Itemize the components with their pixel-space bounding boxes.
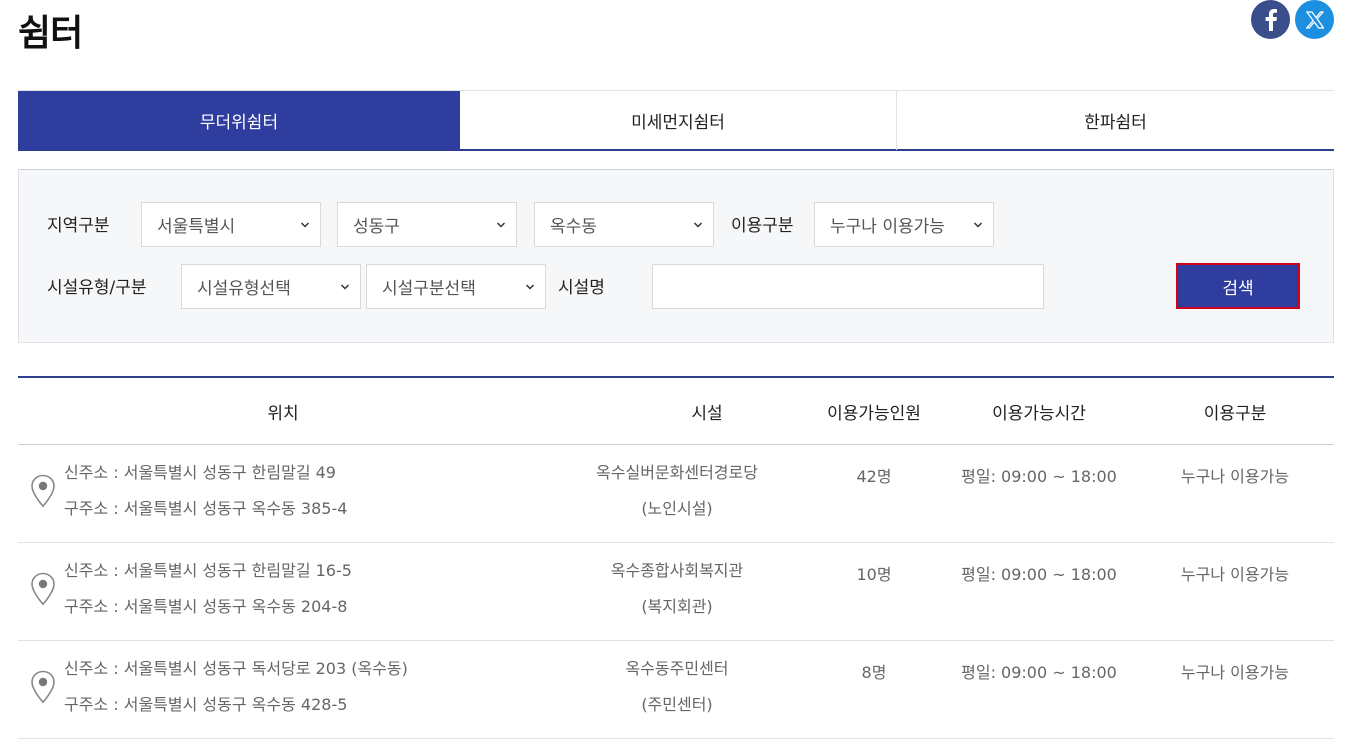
usage-cell: 누구나 이용가능 (1180, 663, 1290, 682)
location-cell: 신주소 : 서울특별시 성동구 독서당로 203 (옥수동) 구주소 : 서울특… (18, 641, 548, 723)
tab-fine-dust-shelter[interactable]: 미세먼지쉼터 (460, 91, 897, 150)
location-pin-icon (18, 474, 64, 508)
hours-cell: 평일: 09:00 ~ 18:00 (961, 467, 1117, 486)
hours-cell: 평일: 09:00 ~ 18:00 (961, 565, 1117, 584)
table-header: 위치 시설 이용가능인원 이용가능시간 이용구분 (18, 378, 1334, 445)
chevron-down-icon (973, 222, 983, 228)
old-address: 구주소 : 서울특별시 성동구 옥수동 428-5 (64, 695, 348, 714)
capacity-cell: 10명 (856, 565, 892, 584)
facility-cell: 옥수종합사회복지관 (복지회관) (548, 543, 806, 625)
facility-type-select[interactable]: 시설유형선택 (181, 264, 361, 309)
facility-type-label: 시설유형/구분 (47, 278, 147, 298)
table-row[interactable]: 신주소 : 서울특별시 성동구 독서당로 203 (옥수동) 구주소 : 서울특… (18, 641, 1334, 739)
chevron-down-icon (693, 222, 703, 228)
facility-class-select-value: 시설구분선택 (382, 279, 476, 299)
header-location: 위치 (267, 403, 299, 424)
usage-cell: 누구나 이용가능 (1180, 565, 1290, 584)
chevron-down-icon (300, 222, 310, 228)
facility-type: (노인시설) (641, 499, 713, 518)
tab-cold-shelter[interactable]: 한파쉼터 (897, 91, 1334, 150)
location-cell: 신주소 : 서울특별시 성동구 한림말길 49 구주소 : 서울특별시 성동구 … (18, 445, 548, 527)
region-label: 지역구분 (47, 216, 110, 236)
new-address: 신주소 : 서울특별시 성동구 한림말길 16-5 (64, 561, 352, 580)
facility-cell: 옥수동주민센터 (주민센터) (548, 641, 806, 723)
usage-label: 이용구분 (731, 216, 794, 236)
dong-select[interactable]: 옥수동 (534, 202, 714, 247)
location-pin-icon (18, 572, 64, 606)
facebook-icon (1265, 8, 1277, 31)
location-cell: 신주소 : 서울특별시 성동구 한림말길 16-5 구주소 : 서울특별시 성동… (18, 543, 548, 625)
facility-name: 옥수실버문화센터경로당 (596, 463, 758, 482)
capacity-cell: 8명 (861, 663, 887, 682)
facility-type: (복지회관) (641, 597, 713, 616)
header-capacity: 이용가능인원 (827, 403, 921, 424)
facility-name: 옥수종합사회복지관 (610, 561, 744, 580)
facebook-share-button[interactable] (1251, 0, 1290, 39)
capacity-cell: 42명 (856, 467, 892, 486)
page-title: 쉼터 (18, 13, 83, 54)
usage-select[interactable]: 누구나 이용가능 (814, 202, 994, 247)
location-pin-icon (18, 670, 64, 704)
table-row[interactable]: 신주소 : 서울특별시 성동구 한림말길 16-5 구주소 : 서울특별시 성동… (18, 543, 1334, 641)
x-twitter-icon (1305, 10, 1324, 29)
city-select-value: 서울특별시 (157, 217, 236, 237)
chevron-down-icon (340, 284, 350, 290)
facility-type-select-value: 시설유형선택 (197, 279, 291, 299)
district-select-value: 성동구 (353, 217, 400, 237)
new-address: 신주소 : 서울특별시 성동구 독서당로 203 (옥수동) (64, 659, 408, 678)
facility-type: (주민센터) (641, 695, 713, 714)
search-button[interactable]: 검색 (1176, 263, 1300, 309)
dong-select-value: 옥수동 (550, 217, 597, 237)
facility-name: 옥수동주민센터 (625, 659, 729, 678)
facility-name-input[interactable] (652, 264, 1044, 309)
header-facility: 시설 (691, 403, 723, 424)
usage-cell: 누구나 이용가능 (1180, 467, 1290, 486)
usage-select-value: 누구나 이용가능 (830, 217, 945, 237)
chevron-down-icon (525, 284, 535, 290)
facility-cell: 옥수실버문화센터경로당 (노인시설) (548, 445, 806, 527)
facility-name-label: 시설명 (558, 278, 605, 298)
district-select[interactable]: 성동구 (337, 202, 517, 247)
chevron-down-icon (496, 222, 506, 228)
city-select[interactable]: 서울특별시 (141, 202, 321, 247)
tab-heat-shelter[interactable]: 무더위쉼터 (18, 91, 460, 150)
old-address: 구주소 : 서울특별시 성동구 옥수동 204-8 (64, 597, 348, 616)
shelter-table: 위치 시설 이용가능인원 이용가능시간 이용구분 신주소 : 서울특별시 성동구… (18, 376, 1334, 739)
hours-cell: 평일: 09:00 ~ 18:00 (961, 663, 1117, 682)
facility-class-select[interactable]: 시설구분선택 (366, 264, 546, 309)
search-panel: 지역구분 서울특별시 성동구 옥수동 이용구분 누구나 이용가능 시설유형/구분… (18, 169, 1334, 343)
x-share-button[interactable] (1295, 0, 1334, 39)
table-row[interactable]: 신주소 : 서울특별시 성동구 한림말길 49 구주소 : 서울특별시 성동구 … (18, 445, 1334, 543)
header-hours: 이용가능시간 (992, 403, 1086, 424)
old-address: 구주소 : 서울특별시 성동구 옥수동 385-4 (64, 499, 348, 518)
shelter-tabs: 무더위쉼터 미세먼지쉼터 한파쉼터 (18, 90, 1334, 151)
new-address: 신주소 : 서울특별시 성동구 한림말길 49 (64, 463, 336, 482)
header-usage: 이용구분 (1203, 403, 1267, 424)
